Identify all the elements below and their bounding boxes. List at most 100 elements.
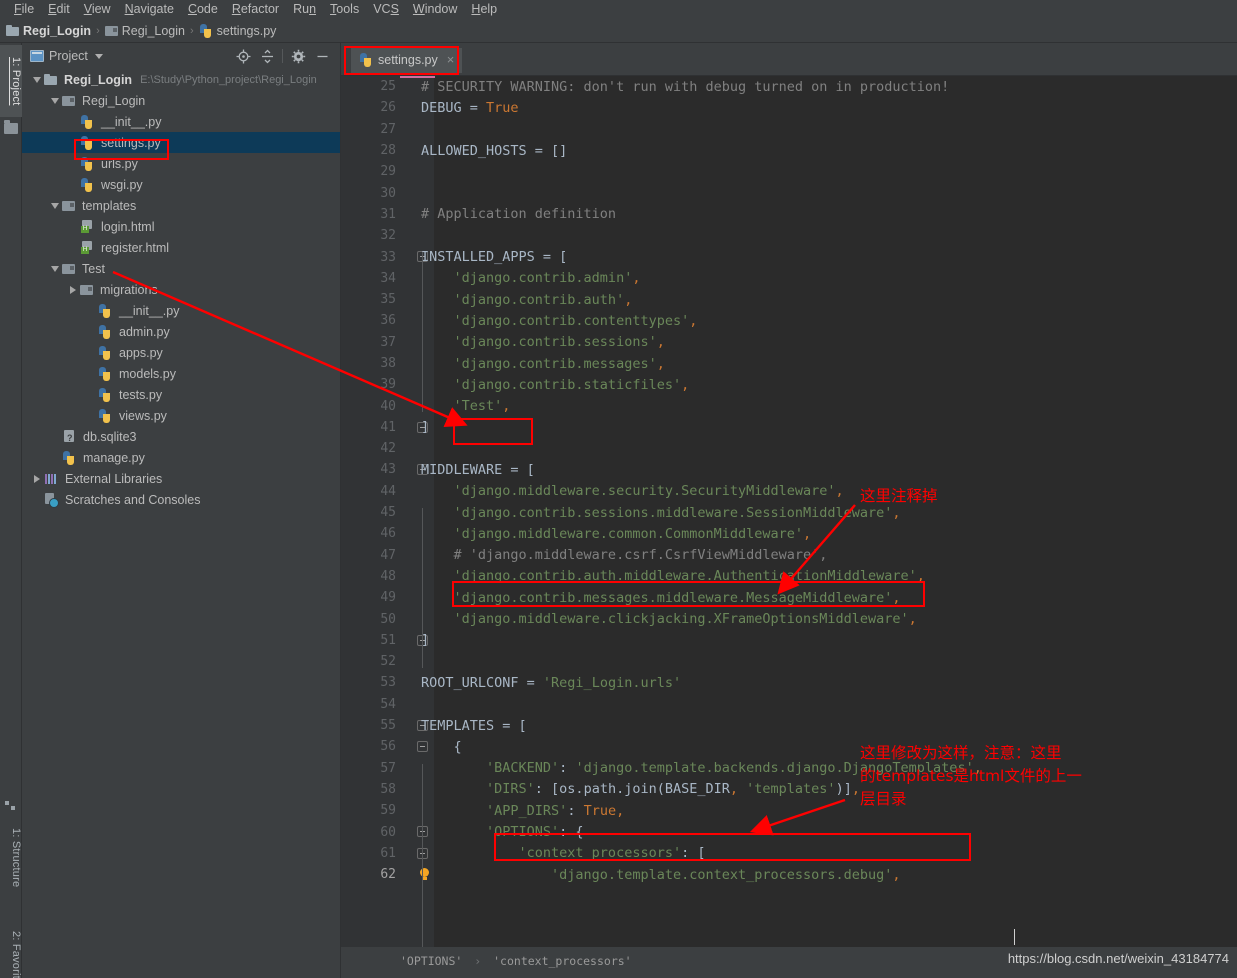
tree-item--init-py[interactable]: __init__.py bbox=[22, 300, 340, 321]
locate-icon[interactable] bbox=[231, 45, 255, 67]
code-line[interactable]: 58 'DIRS': [os.path.join(BASE_DIR, 'temp… bbox=[341, 779, 1237, 800]
code-editor[interactable]: 25 # SECURITY WARNING: don't run with deb… bbox=[341, 76, 1237, 947]
menu-item-file[interactable]: File bbox=[7, 0, 41, 19]
code-line[interactable]: 39 'django.contrib.staticfiles', bbox=[341, 374, 1237, 395]
menu-item-vcs[interactable]: VCS bbox=[366, 0, 406, 19]
code-line[interactable]: 51] bbox=[341, 630, 1237, 651]
chevron-right-icon[interactable] bbox=[30, 474, 44, 483]
code-line[interactable]: 44 'django.middleware.security.SecurityM… bbox=[341, 481, 1237, 502]
code-line[interactable]: 38 'django.contrib.messages', bbox=[341, 353, 1237, 374]
menu-item-run[interactable]: Run bbox=[286, 0, 323, 19]
menu-item-code[interactable]: Code bbox=[181, 0, 225, 19]
chevron-down-icon[interactable] bbox=[48, 97, 62, 104]
editor-code-area[interactable]: 25 # SECURITY WARNING: don't run with deb… bbox=[341, 76, 1237, 947]
code-line[interactable]: 42 bbox=[341, 438, 1237, 459]
code-line[interactable]: 56 { bbox=[341, 736, 1237, 757]
menu-item-refactor[interactable]: Refactor bbox=[225, 0, 286, 19]
settings-gear-icon[interactable] bbox=[286, 45, 310, 67]
close-icon[interactable]: × bbox=[447, 52, 455, 67]
code-line[interactable]: 57 'BACKEND': 'django.template.backends.… bbox=[341, 758, 1237, 779]
breadcrumb-item-settings-py[interactable]: settings.py bbox=[199, 23, 276, 38]
tree-item-views-py[interactable]: views.py bbox=[22, 405, 340, 426]
code-line[interactable]: 32 bbox=[341, 225, 1237, 246]
collapse-all-icon[interactable] bbox=[255, 45, 279, 67]
tree-item-login-html[interactable]: login.html bbox=[22, 216, 340, 237]
project-file-tree[interactable]: Regi_Login E:\Study\Python_project\Regi_L… bbox=[22, 69, 340, 978]
fold-guide-line bbox=[422, 252, 423, 412]
code-line[interactable]: 46 'django.middleware.common.CommonMiddl… bbox=[341, 523, 1237, 544]
menu-item-help[interactable]: Help bbox=[464, 0, 504, 19]
tree-item-regi-login[interactable]: Regi_Login E:\Study\Python_project\Regi_L… bbox=[22, 69, 340, 90]
code-line[interactable]: 59 'APP_DIRS': True, bbox=[341, 800, 1237, 821]
tree-item-wsgi-py[interactable]: wsgi.py bbox=[22, 174, 340, 195]
tree-item-models-py[interactable]: models.py bbox=[22, 363, 340, 384]
code-line[interactable]: 60 'OPTIONS': { bbox=[341, 821, 1237, 842]
tree-item-urls-py[interactable]: urls.py bbox=[22, 153, 340, 174]
code-line[interactable]: 34 'django.contrib.admin', bbox=[341, 268, 1237, 289]
code-line[interactable]: 30 bbox=[341, 182, 1237, 203]
tree-item-regi-login[interactable]: Regi_Login bbox=[22, 90, 340, 111]
code-line[interactable]: 54 bbox=[341, 694, 1237, 715]
tree-item-label: db.sqlite3 bbox=[83, 429, 137, 444]
menu-item-navigate[interactable]: Navigate bbox=[118, 0, 181, 19]
menu-item-window[interactable]: Window bbox=[406, 0, 464, 19]
structure-breadcrumb[interactable]: 'OPTIONS' › 'context_processors' bbox=[400, 954, 632, 968]
code-line[interactable]: 36 'django.contrib.contenttypes', bbox=[341, 310, 1237, 331]
code-line-text: 'BACKEND': 'django.template.backends.dja… bbox=[421, 760, 982, 776]
chevron-down-icon[interactable] bbox=[30, 76, 44, 83]
tool-button-structure[interactable]: 1: Structure bbox=[0, 818, 22, 898]
code-line[interactable]: 33 INSTALLED_APPS = [ bbox=[341, 246, 1237, 267]
tree-item-admin-py[interactable]: admin.py bbox=[22, 321, 340, 342]
code-line[interactable]: 45 'django.contrib.sessions.middleware.S… bbox=[341, 502, 1237, 523]
tree-item-apps-py[interactable]: apps.py bbox=[22, 342, 340, 363]
code-token: 'django.contrib.auth.middleware.Authenti… bbox=[421, 568, 917, 585]
code-line[interactable]: 31 # Application definition bbox=[341, 204, 1237, 225]
tool-button-project[interactable]: 1: Project bbox=[0, 45, 22, 117]
breadcrumb-item-regi-login[interactable]: Regi_Login bbox=[6, 24, 91, 38]
code-line[interactable]: 62 'django.template.context_processors.d… bbox=[341, 864, 1237, 885]
code-line[interactable]: 50 'django.middleware.clickjacking.XFram… bbox=[341, 608, 1237, 629]
tree-item-manage-py[interactable]: manage.py bbox=[22, 447, 340, 468]
code-line[interactable]: 25 # SECURITY WARNING: don't run with deb… bbox=[341, 76, 1237, 97]
code-line[interactable]: 61 'context_processors': [ bbox=[341, 843, 1237, 864]
tree-item-external-libraries[interactable]: External Libraries bbox=[22, 468, 340, 489]
python-icon bbox=[98, 387, 112, 402]
tree-item-settings-py[interactable]: settings.py bbox=[22, 132, 340, 153]
code-line[interactable]: 55 TEMPLATES = [ bbox=[341, 715, 1237, 736]
tree-item-tests-py[interactable]: tests.py bbox=[22, 384, 340, 405]
code-line[interactable]: 35 'django.contrib.auth', bbox=[341, 289, 1237, 310]
chevron-down-icon[interactable] bbox=[48, 202, 62, 209]
tree-item-templates[interactable]: templates bbox=[22, 195, 340, 216]
code-line[interactable]: 41] bbox=[341, 417, 1237, 438]
code-line[interactable]: 47 # 'django.middleware.csrf.CsrfViewMid… bbox=[341, 545, 1237, 566]
code-line[interactable]: 48 'django.contrib.auth.middleware.Authe… bbox=[341, 566, 1237, 587]
tree-item-scratches-and-consoles[interactable]: Scratches and Consoles bbox=[22, 489, 340, 510]
hide-panel-icon[interactable] bbox=[310, 45, 334, 67]
chevron-right-icon[interactable] bbox=[66, 285, 80, 294]
breadcrumb-item-regi-login[interactable]: Regi_Login bbox=[104, 24, 185, 38]
breadcrumb-context-processors[interactable]: 'context_processors' bbox=[493, 954, 631, 968]
chevron-down-icon[interactable] bbox=[94, 53, 103, 59]
code-line[interactable]: 26 DEBUG = True bbox=[341, 97, 1237, 118]
tree-item-test[interactable]: Test bbox=[22, 258, 340, 279]
chevron-down-icon[interactable] bbox=[48, 265, 62, 272]
tree-item-migrations[interactable]: migrations bbox=[22, 279, 340, 300]
code-line[interactable]: 29 bbox=[341, 161, 1237, 182]
code-line[interactable]: 37 'django.contrib.sessions', bbox=[341, 332, 1237, 353]
menu-item-edit[interactable]: Edit bbox=[41, 0, 77, 19]
menu-item-view[interactable]: View bbox=[77, 0, 118, 19]
code-line[interactable]: 53 ROOT_URLCONF = 'Regi_Login.urls' bbox=[341, 672, 1237, 693]
code-line[interactable]: 43 MIDDLEWARE = [ bbox=[341, 459, 1237, 480]
tree-item-db-sqlite3[interactable]: db.sqlite3 bbox=[22, 426, 340, 447]
menu-item-tools[interactable]: Tools bbox=[323, 0, 366, 19]
code-line[interactable]: 52 bbox=[341, 651, 1237, 672]
code-line[interactable]: 49 'django.contrib.messages.middleware.M… bbox=[341, 587, 1237, 608]
tree-item-register-html[interactable]: register.html bbox=[22, 237, 340, 258]
tool-button-favorites[interactable]: 2: Favorites bbox=[0, 921, 22, 978]
breadcrumb-options[interactable]: 'OPTIONS' bbox=[400, 954, 462, 968]
code-line[interactable]: 40 'Test', bbox=[341, 395, 1237, 416]
code-line[interactable]: 27 bbox=[341, 119, 1237, 140]
code-line[interactable]: 28 ALLOWED_HOSTS = [] bbox=[341, 140, 1237, 161]
editor-tab-settings-py[interactable]: settings.py × bbox=[351, 48, 463, 73]
tree-item--init-py[interactable]: __init__.py bbox=[22, 111, 340, 132]
